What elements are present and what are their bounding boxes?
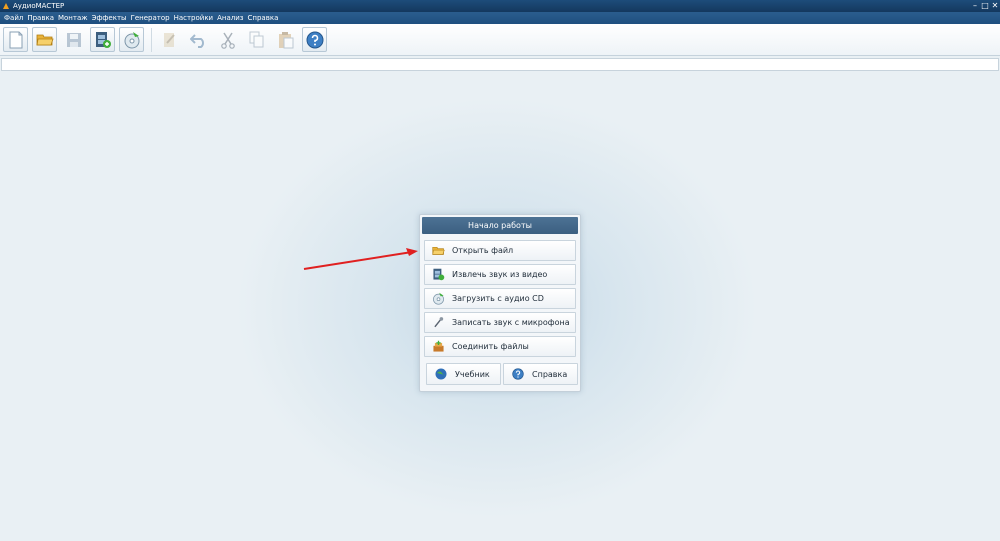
- record-mic-label: Записать звук с микрофона: [452, 318, 570, 327]
- menu-edit[interactable]: Правка: [25, 12, 56, 24]
- help-button[interactable]: [302, 27, 327, 52]
- app-logo-icon: [3, 3, 9, 9]
- toolbar-separator: [151, 27, 152, 52]
- menu-settings[interactable]: Настройки: [172, 12, 216, 24]
- menu-effects[interactable]: Эффекты: [90, 12, 129, 24]
- extract-video-label: Извлечь звук из видео: [452, 270, 548, 279]
- paste-button[interactable]: [273, 27, 298, 52]
- globe-icon: [435, 368, 447, 380]
- start-panel: Начало работы Открыть файл Извлечь звук …: [419, 214, 581, 392]
- new-file-icon: [9, 31, 22, 48]
- start-panel-title: Начало работы: [422, 217, 578, 234]
- save-icon: [66, 32, 81, 47]
- join-files-action-button[interactable]: Соединить файлы: [424, 336, 576, 357]
- load-cd-button[interactable]: [119, 27, 144, 52]
- minimize-button[interactable]: –: [970, 0, 980, 12]
- open-file-action-button[interactable]: Открыть файл: [424, 240, 576, 261]
- microphone-icon: [434, 317, 444, 328]
- menu-bar: Файл Правка Монтаж Эффекты Генератор Нас…: [0, 12, 1000, 24]
- cd-load-icon: [433, 292, 444, 305]
- help-icon: [306, 31, 323, 48]
- open-folder-icon: [432, 246, 445, 255]
- menu-help[interactable]: Справка: [246, 12, 281, 24]
- help-label: Справка: [532, 369, 568, 379]
- save-button[interactable]: [61, 27, 86, 52]
- open-folder-icon: [36, 34, 54, 46]
- open-file-button[interactable]: [32, 27, 57, 52]
- tutorial-label: Учебник: [455, 369, 490, 379]
- extract-video-action-button[interactable]: Извлечь звук из видео: [424, 264, 576, 285]
- undo-button[interactable]: [186, 27, 211, 52]
- copy-icon: [249, 31, 263, 48]
- annotation-arrow: [303, 248, 418, 270]
- join-files-label: Соединить файлы: [452, 342, 529, 351]
- title-bar: АудиоМАСТЕР – □ ✕: [0, 0, 1000, 12]
- help-panel-button[interactable]: Справка: [503, 363, 578, 385]
- extract-video-audio-button[interactable]: [90, 27, 115, 52]
- timeline-strip: [1, 58, 999, 71]
- video-extract-icon: [95, 31, 111, 48]
- copy-button[interactable]: [244, 27, 269, 52]
- tutorial-button[interactable]: Учебник: [426, 363, 501, 385]
- cut-icon: [220, 32, 235, 49]
- close-button[interactable]: ✕: [990, 0, 1000, 12]
- microphone-icon: [163, 32, 175, 47]
- menu-analysis[interactable]: Анализ: [215, 12, 245, 24]
- help-icon: [512, 368, 524, 380]
- menu-montage[interactable]: Монтаж: [56, 12, 90, 24]
- record-button[interactable]: [157, 27, 182, 52]
- video-extract-icon: [433, 268, 445, 281]
- open-file-label: Открыть файл: [452, 246, 514, 255]
- load-cd-action-button[interactable]: Загрузить с аудио CD: [424, 288, 576, 309]
- undo-icon: [189, 33, 204, 48]
- maximize-button[interactable]: □: [980, 0, 990, 12]
- cut-button[interactable]: [215, 27, 240, 52]
- menu-file[interactable]: Файл: [2, 12, 25, 24]
- toolbar: [0, 24, 1000, 56]
- paste-icon: [278, 31, 293, 48]
- new-file-button[interactable]: [3, 27, 28, 52]
- record-mic-action-button[interactable]: Записать звук с микрофона: [424, 312, 576, 333]
- window-title: АудиоМАСТЕР: [13, 2, 65, 10]
- load-cd-label: Загрузить с аудио CD: [452, 294, 544, 303]
- join-files-icon: [433, 340, 444, 352]
- menu-generator[interactable]: Генератор: [129, 12, 172, 24]
- cd-load-icon: [124, 31, 139, 48]
